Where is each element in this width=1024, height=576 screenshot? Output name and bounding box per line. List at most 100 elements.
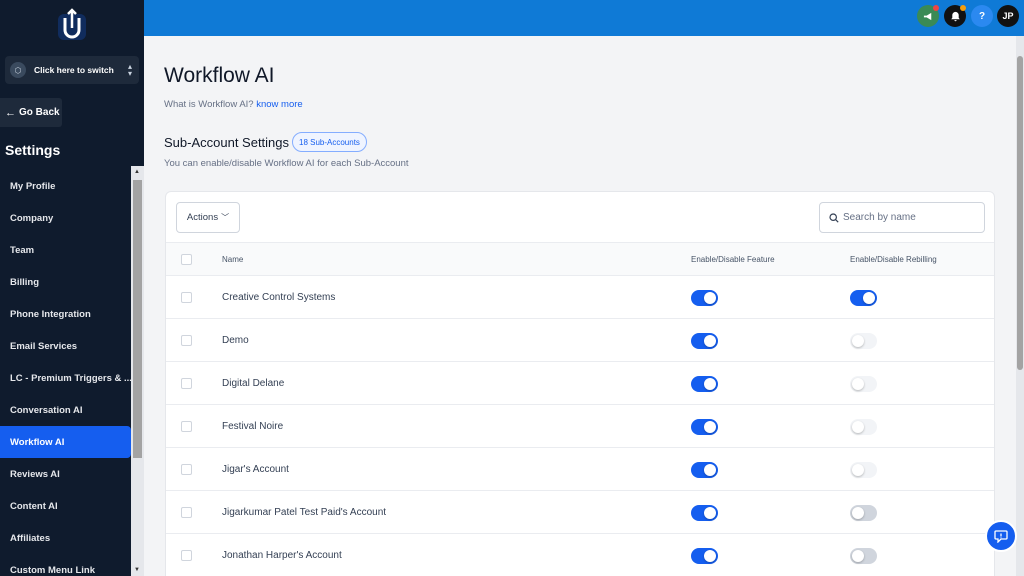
sidebar-item-custom-menu-link[interactable]: Custom Menu Link <box>0 554 131 576</box>
toggle-knob <box>863 292 875 304</box>
feature-toggle[interactable] <box>691 505 718 521</box>
sidebar-item-label: Affiliates <box>10 532 51 544</box>
notification-dot <box>960 5 966 11</box>
rebilling-toggle[interactable] <box>850 548 877 564</box>
table-row: Jigar's Account <box>166 448 994 491</box>
help-button[interactable]: ? <box>971 5 993 27</box>
account-name: Creative Control Systems <box>222 292 336 303</box>
settings-nav: My Profile Company Team Billing Phone In… <box>0 170 131 576</box>
search-icon <box>829 212 839 223</box>
table-row: Jigarkumar Patel Test Paid's Account <box>166 491 994 534</box>
sidebar-scrollbar[interactable]: ▲ ▼ <box>131 166 144 576</box>
notifications-button[interactable] <box>944 5 966 27</box>
account-name: Demo <box>222 335 249 346</box>
column-header-name[interactable]: Name <box>222 255 243 264</box>
rebilling-toggle[interactable] <box>850 505 877 521</box>
toggle-knob <box>704 550 716 562</box>
feature-toggle[interactable] <box>691 462 718 478</box>
table-row: Demo <box>166 319 994 362</box>
feature-toggle[interactable] <box>691 376 718 392</box>
sidebar-item-label: Phone Integration <box>10 308 91 320</box>
announcement-button[interactable] <box>917 5 939 27</box>
search-input[interactable] <box>843 212 973 223</box>
select-all-checkbox[interactable] <box>181 254 192 265</box>
account-switcher[interactable]: ⬡ Click here to switch ▴ ▾ <box>5 56 139 84</box>
notification-dot <box>933 5 939 11</box>
toggle-knob <box>852 507 864 519</box>
table-header: Name Enable/Disable Feature Enable/Disab… <box>166 242 994 276</box>
column-header-rebilling: Enable/Disable Rebilling <box>850 255 937 264</box>
toggle-knob <box>852 378 864 390</box>
sidebar-item-label: LC - Premium Triggers & ... <box>10 372 131 384</box>
sidebar-item-workflow-ai[interactable]: Workflow AI <box>0 426 131 458</box>
scrollbar-thumb[interactable] <box>133 180 142 458</box>
sidebar-item-label: Team <box>10 244 35 256</box>
user-avatar[interactable]: JP <box>997 5 1019 27</box>
know-more-link[interactable]: know more <box>256 99 302 110</box>
table-row: Digital Delane <box>166 362 994 405</box>
sidebar-item-reviews-ai[interactable]: Reviews AI <box>0 458 131 490</box>
rebilling-toggle[interactable] <box>850 333 877 349</box>
sidebar-item-content-ai[interactable]: Content AI <box>0 490 131 522</box>
sidebar-item-email-services[interactable]: Email Services <box>0 330 131 362</box>
sidebar-item-lc-premium-triggers[interactable]: LC - Premium Triggers & ... <box>0 362 131 394</box>
sidebar-item-billing[interactable]: Billing <box>0 266 131 298</box>
sidebar-item-phone-integration[interactable]: Phone Integration <box>0 298 131 330</box>
row-checkbox[interactable] <box>181 421 192 432</box>
sidebar-item-conversation-ai[interactable]: Conversation AI <box>0 394 131 426</box>
actions-dropdown[interactable]: Actions ﹀ <box>176 202 240 233</box>
sidebar-item-company[interactable]: Company <box>0 202 131 234</box>
sidebar-item-label: Email Services <box>10 340 78 352</box>
arrow-left-icon: ← <box>5 106 16 119</box>
scroll-up-icon[interactable]: ▲ <box>134 169 140 175</box>
sidebar-item-label: Reviews AI <box>10 468 60 480</box>
switcher-label: Click here to switch <box>34 65 114 75</box>
bell-icon <box>950 11 960 21</box>
go-back-button[interactable]: ← Go Back <box>0 98 62 127</box>
scrollbar-thumb[interactable] <box>1017 56 1023 370</box>
chevron-down-icon: ﹀ <box>221 213 230 222</box>
toggle-knob <box>852 421 864 433</box>
toggle-knob <box>852 335 864 347</box>
scroll-down-icon[interactable]: ▼ <box>134 567 140 573</box>
account-name: Jonathan Harper's Account <box>222 550 342 561</box>
row-checkbox[interactable] <box>181 464 192 475</box>
feature-toggle[interactable] <box>691 419 718 435</box>
toggle-knob <box>704 421 716 433</box>
app-logo-icon[interactable] <box>57 8 87 42</box>
page-scrollbar[interactable] <box>1016 36 1024 576</box>
feature-toggle[interactable] <box>691 548 718 564</box>
toggle-knob <box>704 378 716 390</box>
rebilling-toggle[interactable] <box>850 376 877 392</box>
section-title: Sub-Account Settings <box>164 135 290 150</box>
table-row: Jonathan Harper's Account <box>166 534 994 576</box>
row-checkbox[interactable] <box>181 507 192 518</box>
rebilling-toggle[interactable] <box>850 290 877 306</box>
rebilling-toggle[interactable] <box>850 419 877 435</box>
row-checkbox[interactable] <box>181 550 192 561</box>
rebilling-toggle[interactable] <box>850 462 877 478</box>
page-subtitle-text: What is Workflow AI? <box>164 99 254 110</box>
sidebar-item-label: Billing <box>10 276 40 288</box>
row-checkbox[interactable] <box>181 335 192 346</box>
sidebar-item-label: My Profile <box>10 180 56 192</box>
search-box[interactable] <box>819 202 985 233</box>
account-name: Digital Delane <box>222 378 285 389</box>
feature-toggle[interactable] <box>691 333 718 349</box>
row-checkbox[interactable] <box>181 378 192 389</box>
toggle-knob <box>704 335 716 347</box>
sidebar-item-team[interactable]: Team <box>0 234 131 266</box>
sidebar-item-my-profile[interactable]: My Profile <box>0 170 131 202</box>
user-initials: JP <box>1002 11 1014 21</box>
account-name: Jigar's Account <box>222 464 289 475</box>
sidebar-item-label: Custom Menu Link <box>10 564 95 576</box>
settings-title: Settings <box>5 142 61 158</box>
feature-toggle[interactable] <box>691 290 718 306</box>
sidebar-item-affiliates[interactable]: Affiliates <box>0 522 131 554</box>
megaphone-icon <box>923 12 931 20</box>
toggle-knob <box>704 507 716 519</box>
row-checkbox[interactable] <box>181 292 192 303</box>
chat-support-button[interactable] <box>985 520 1017 552</box>
help-icon: ? <box>978 10 986 22</box>
chat-icon <box>994 530 1008 543</box>
